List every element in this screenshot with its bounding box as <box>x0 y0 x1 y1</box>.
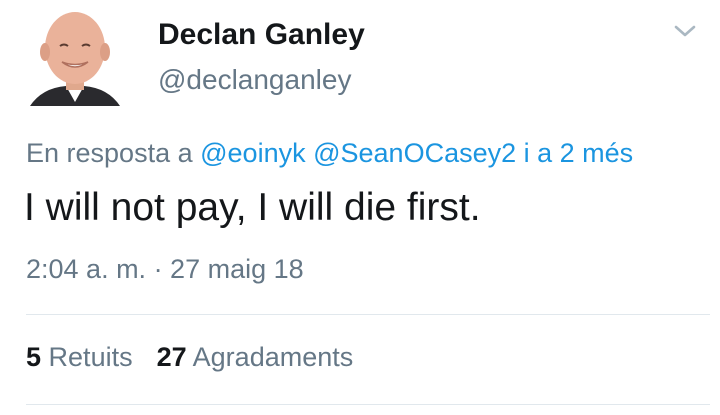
reply-mention-eoinyk[interactable]: @eoinyk <box>200 138 305 168</box>
avatar[interactable] <box>22 6 128 106</box>
retweets-count: 5 <box>26 342 42 372</box>
author-name[interactable]: Declan Ganley <box>158 18 365 52</box>
tweet-text: I will not pay, I will die first. <box>24 186 481 229</box>
chevron-down-icon[interactable] <box>672 20 698 42</box>
likes-stat[interactable]: 27 Agradaments <box>157 342 354 372</box>
likes-count: 27 <box>156 342 187 372</box>
tweet-stats: 5 Retuits 27 Agradaments <box>26 342 353 373</box>
likes-label: Agradaments <box>192 342 354 372</box>
retweets-stat[interactable]: 5 Retuits <box>26 342 133 372</box>
reply-prefix: En resposta a <box>26 138 193 168</box>
author-handle[interactable]: @declanganley <box>158 64 351 96</box>
retweets-label: Retuits <box>48 342 133 372</box>
divider <box>26 314 710 315</box>
reply-context: En resposta a @eoinyk @SeanOCasey2 i a 2… <box>26 138 633 169</box>
divider <box>26 404 710 405</box>
reply-more-link[interactable]: i a 2 més <box>524 138 634 168</box>
reply-mention-seanocasey2[interactable]: @SeanOCasey2 <box>313 138 516 168</box>
tweet-timestamp[interactable]: 2:04 a. m. · 27 maig 18 <box>26 254 304 285</box>
